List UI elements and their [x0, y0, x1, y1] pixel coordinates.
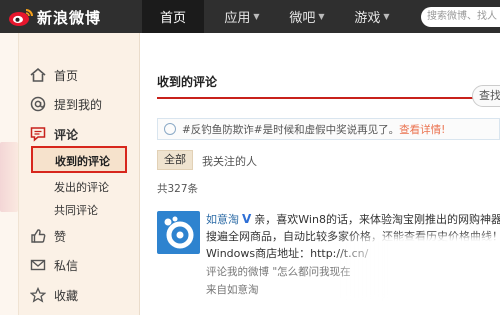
- sidebar-item-messages-label: 私信: [54, 258, 79, 273]
- sidebar-item-favorites-label: 收藏: [54, 288, 79, 303]
- thumbs-up-icon: [30, 228, 46, 244]
- ruyitao-logo-icon: [164, 216, 194, 249]
- find-button[interactable]: 查找: [472, 85, 500, 107]
- lightbulb-icon: [164, 123, 176, 135]
- nav-weiba-label: 微吧: [289, 11, 316, 26]
- sidebar-item-favorites[interactable]: 收藏: [30, 285, 78, 305]
- title-divider: [157, 97, 475, 99]
- filter-following-tab[interactable]: 我关注的人: [202, 153, 257, 169]
- weibo-logo[interactable]: 新浪微博: [8, 6, 101, 28]
- chevron-down-icon: ▼: [383, 12, 390, 21]
- home-icon: [30, 67, 46, 83]
- nav-weiba[interactable]: 微吧 ▼: [277, 0, 337, 33]
- at-icon: [30, 96, 46, 112]
- nav-games-label: 游戏: [354, 11, 381, 26]
- comment-source: 来自如意淘: [206, 284, 259, 296]
- sidebar-item-likes-label: 赞: [54, 229, 67, 244]
- comment-line-1: 如意淘 V 亲，喜欢Win8的话，来体验淘宝刚推出的网购神器，: [206, 211, 500, 227]
- sidebar-item-mentions-label: 提到我的: [54, 97, 103, 112]
- comment-username[interactable]: 如意淘: [206, 213, 239, 226]
- mail-icon: [30, 257, 46, 273]
- blurred-overlay: [340, 236, 500, 298]
- logo-text: 新浪微博: [37, 8, 102, 27]
- nav-apps[interactable]: 应用 ▼: [212, 0, 272, 33]
- comment-icon: [30, 126, 46, 142]
- sidebar-item-mutual-comments[interactable]: 共同评论: [54, 202, 98, 218]
- chevron-down-icon: ▼: [253, 12, 260, 21]
- verified-v-icon: V: [242, 212, 252, 226]
- avatar[interactable]: [157, 211, 200, 254]
- weibo-eye-icon: [8, 7, 34, 27]
- sidebar-item-sent-comments[interactable]: 发出的评论: [54, 179, 109, 195]
- filter-all-tab[interactable]: 全部: [157, 150, 193, 170]
- page-title: 收到的评论: [157, 75, 218, 89]
- sidebar-item-received-comments[interactable]: 收到的评论: [31, 146, 127, 173]
- notice-text: #反钓鱼防欺诈#是时候和虚假中奖说再见了。: [182, 123, 400, 136]
- decorative-photo: [0, 142, 18, 212]
- nav-home[interactable]: 首页: [142, 0, 204, 33]
- sidebar-item-comments-label: 评论: [54, 127, 79, 142]
- comment-count: 共327条: [157, 183, 199, 195]
- notice-banner: #反钓鱼防欺诈#是时候和虚假中奖说再见了。 查看详情!: [157, 118, 500, 140]
- chevron-down-icon: ▼: [318, 12, 325, 21]
- sidebar-item-comments[interactable]: 评论: [30, 124, 78, 144]
- reply-prefix[interactable]: 评论我的微博: [206, 266, 269, 278]
- nav-games[interactable]: 游戏 ▼: [342, 0, 402, 33]
- notice-details-link[interactable]: 查看详情!: [399, 122, 445, 137]
- nav-home-label: 首页: [159, 11, 186, 26]
- sidebar-item-home-label: 首页: [54, 68, 79, 83]
- sidebar-item-messages[interactable]: 私信: [30, 255, 78, 275]
- search-input[interactable]: 搜索微博、找人: [421, 7, 500, 27]
- received-comments-label: 收到的评论: [55, 155, 110, 168]
- sidebar-item-home[interactable]: 首页: [30, 65, 78, 85]
- star-icon: [30, 287, 46, 303]
- sidebar-item-mentions[interactable]: 提到我的: [30, 94, 102, 114]
- reply-reference: 评论我的微博 "怎么都问我现在: [206, 264, 351, 279]
- top-navigation-bar: 新浪微博 首页 应用 ▼ 微吧 ▼ 游戏 ▼ 搜索微博、找人: [0, 0, 500, 33]
- nav-apps-label: 应用: [224, 11, 251, 26]
- comment-text-1: 亲，喜欢Win8的话，来体验淘宝刚推出的网购神器，: [254, 213, 500, 226]
- reply-text: "怎么都问我现在: [272, 266, 351, 278]
- sidebar-item-likes[interactable]: 赞: [30, 226, 66, 246]
